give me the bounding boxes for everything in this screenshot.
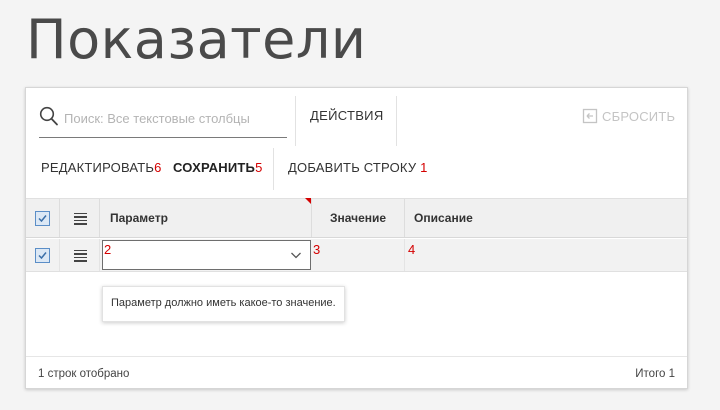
grid-header: Параметр Значение Описание xyxy=(26,198,687,238)
row-menu-lines-icon[interactable] xyxy=(73,249,87,262)
edit-marker: 6 xyxy=(154,160,162,175)
param-marker: 2 xyxy=(104,242,112,257)
column-header-description[interactable]: Описание xyxy=(406,199,687,237)
search-input[interactable] xyxy=(64,107,284,129)
reset-icon xyxy=(582,108,598,124)
reset-button[interactable]: СБРОСИТЬ xyxy=(582,108,675,124)
toolbar-divider xyxy=(295,96,296,146)
check-icon xyxy=(38,251,47,259)
toolbar-divider xyxy=(396,96,397,146)
search-icon xyxy=(39,106,58,126)
header-required-marker xyxy=(305,198,311,204)
actions-menu-button[interactable]: ДЕЙСТВИЯ xyxy=(310,108,384,123)
interactive-grid: ДЕЙСТВИЯ СБРОСИТЬ РЕДАКТИРОВАТЬ6 СОХРАНИ… xyxy=(25,87,688,389)
reset-label: СБРОСИТЬ xyxy=(602,108,676,124)
chevron-down-icon xyxy=(291,252,301,259)
value-marker: 3 xyxy=(313,242,321,257)
column-header-param[interactable]: Параметр xyxy=(101,199,312,237)
column-header-value[interactable]: Значение xyxy=(313,199,405,237)
select-all-checkbox[interactable] xyxy=(35,210,50,226)
toolbar-divider xyxy=(273,148,274,190)
value-cell[interactable] xyxy=(313,239,405,271)
description-cell[interactable] xyxy=(406,239,687,271)
add-row-label: ДОБАВИТЬ СТРОКУ xyxy=(288,160,417,175)
search-field[interactable] xyxy=(39,104,287,138)
row-actions-cell xyxy=(61,239,100,271)
select-all-cell xyxy=(26,199,60,237)
add-row-button[interactable]: ДОБАВИТЬ СТРОКУ 1 xyxy=(288,160,428,175)
rows-shown-text: 1 строк отобрано xyxy=(38,368,130,380)
add-row-marker: 1 xyxy=(420,160,428,175)
save-button[interactable]: СОХРАНИТЬ5 xyxy=(173,160,263,175)
menu-lines-icon[interactable] xyxy=(73,212,87,225)
edit-label: РЕДАКТИРОВАТЬ xyxy=(41,160,155,175)
description-marker: 4 xyxy=(408,242,416,257)
row-checkbox[interactable] xyxy=(35,247,50,263)
save-label: СОХРАНИТЬ xyxy=(173,160,256,175)
row-select-cell xyxy=(26,239,60,271)
total-count-text: Итого 1 xyxy=(635,368,675,380)
grid-footer: 1 строк отобрано Итого 1 xyxy=(26,356,687,389)
row-actions-header xyxy=(61,199,100,237)
validation-tooltip: Параметр должно иметь какое-то значение. xyxy=(102,286,345,322)
page-title: Показатели xyxy=(26,8,367,71)
save-marker: 5 xyxy=(255,160,263,175)
param-select[interactable] xyxy=(102,240,311,270)
check-icon xyxy=(38,214,47,222)
edit-button[interactable]: РЕДАКТИРОВАТЬ6 xyxy=(41,160,162,175)
